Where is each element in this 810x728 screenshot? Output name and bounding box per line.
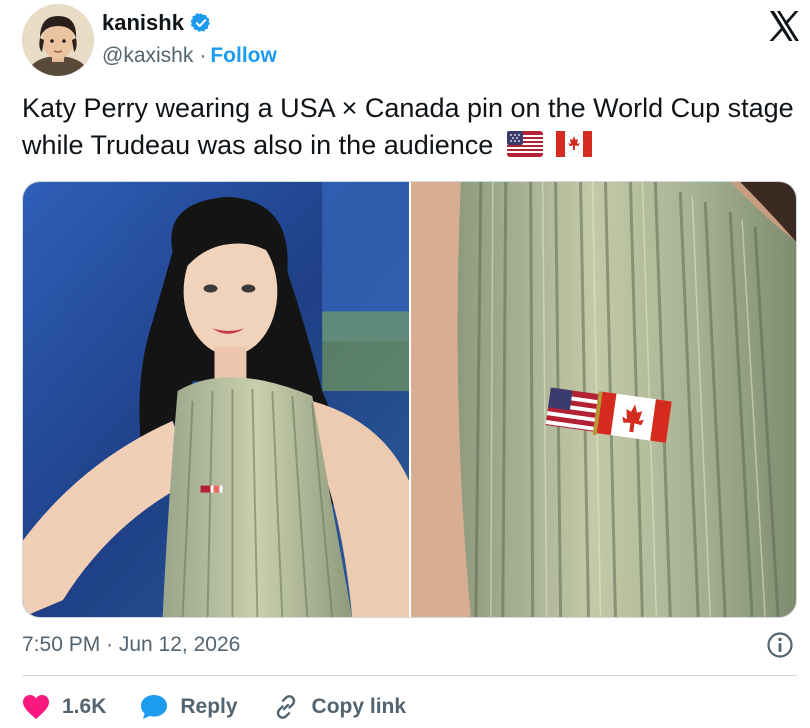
reply-button[interactable]: Reply bbox=[140, 694, 238, 720]
like-button[interactable]: 1.6K bbox=[22, 694, 106, 720]
handle-row: @kaxishk · Follow bbox=[102, 44, 277, 68]
verified-badge-icon bbox=[190, 12, 212, 34]
info-icon[interactable] bbox=[766, 631, 794, 659]
name-row: kanishk bbox=[102, 10, 212, 36]
display-name[interactable]: kanishk bbox=[102, 10, 184, 36]
tweet-body: Katy Perry wearing a USA × Canada pin on… bbox=[22, 93, 794, 160]
copy-link-button[interactable]: Copy link bbox=[272, 693, 407, 721]
tweet-header: kanishk @kaxishk · Follow bbox=[22, 4, 802, 76]
us-flag-emoji bbox=[506, 130, 543, 167]
handle[interactable]: @kaxishk bbox=[102, 44, 193, 68]
speech-bubble-icon bbox=[140, 694, 168, 720]
x-logo-icon[interactable] bbox=[766, 8, 802, 44]
follow-button[interactable]: Follow bbox=[210, 44, 277, 68]
copy-link-label: Copy link bbox=[311, 695, 407, 718]
tweet-text: Katy Perry wearing a USA × Canada pin on… bbox=[22, 90, 797, 167]
reply-label: Reply bbox=[180, 695, 238, 718]
separator: · bbox=[199, 44, 207, 67]
canada-flag-emoji bbox=[556, 130, 593, 167]
photo-katy-perry-performing[interactable] bbox=[23, 182, 409, 617]
action-bar: 1.6K Reply Copy link bbox=[22, 690, 440, 724]
link-icon bbox=[272, 693, 300, 721]
heart-icon bbox=[22, 694, 50, 720]
divider bbox=[22, 675, 797, 676]
media-grid bbox=[22, 181, 797, 618]
avatar[interactable] bbox=[22, 4, 94, 76]
like-count: 1.6K bbox=[62, 695, 107, 718]
tweet-timestamp[interactable]: 7:50 PM · Jun 12, 2026 bbox=[22, 633, 240, 657]
photo-flag-pin-closeup[interactable] bbox=[411, 182, 796, 617]
